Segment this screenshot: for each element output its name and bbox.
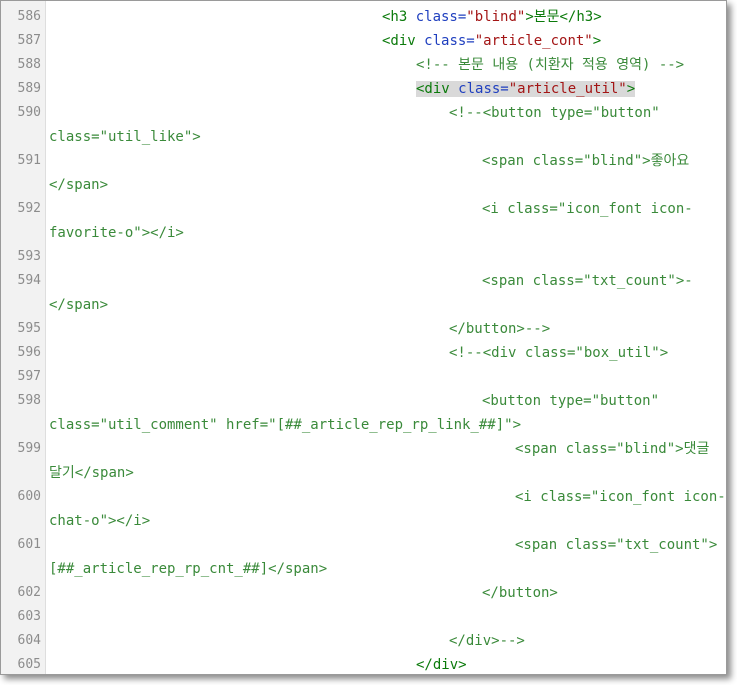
line-number: 593 — [17, 249, 41, 264]
code-line-596: 596 <!--<div class="box_util"> — [1, 341, 726, 365]
code-line-601: 601 <span class="txt_count"> [##_article… — [1, 533, 726, 581]
line-number: 604 — [17, 633, 41, 648]
comment-text: <i class="icon_font icon- — [482, 201, 693, 217]
code-line-604: 604 </div>--> — [1, 629, 726, 653]
code-line-602: 602 </button> — [1, 581, 726, 605]
tag-close: > — [626, 81, 636, 97]
line-number: 597 — [17, 369, 41, 384]
comment-text: <span class="blind">댓글 — [515, 441, 710, 457]
code-line-603: 603 — [1, 605, 726, 629]
line-number: 601 — [17, 537, 41, 552]
code-line-597: 597 — [1, 365, 726, 389]
line-number: 596 — [17, 345, 41, 360]
code-line-600: 600 <i class="icon_font icon- chat-o"></… — [1, 485, 726, 533]
code-line-590: 590 <!--<button type="button" class="uti… — [1, 101, 726, 149]
code-editor[interactable]: 586 <h3 class="blind">본문</h3> 587 <div c… — [0, 0, 727, 675]
tag-open: <h3 — [382, 9, 416, 25]
code-line-598: 598 <button type="button" class="util_co… — [1, 389, 726, 437]
code-line-595: 595 </button>--> — [1, 317, 726, 341]
comment-text: </div>--> — [449, 633, 525, 649]
line-number: 586 — [17, 9, 41, 24]
line-number: 594 — [17, 273, 41, 288]
comment-text-wrap: </span> — [49, 297, 109, 313]
line-number: 587 — [17, 33, 41, 48]
comment-text-wrap: chat-o"></i> — [49, 513, 151, 529]
code-line-594: 594 <span class="txt_count">- </span> — [1, 269, 726, 317]
attr-name: class= — [415, 9, 467, 25]
comment-text: <span class="txt_count"> — [515, 537, 718, 553]
comment-text: <!--<div class="box_util"> — [449, 345, 669, 361]
comment-text-wrap: class="util_comment" href="[##_article_r… — [49, 417, 522, 433]
code-line-586: 586 <h3 class="blind">본문</h3> — [1, 5, 726, 29]
line-number: 605 — [17, 657, 41, 672]
tag-close: </div> — [416, 657, 467, 673]
line-number: 595 — [17, 321, 41, 336]
tag-open: <div — [416, 81, 459, 97]
code-area[interactable]: 586 <h3 class="blind">본문</h3> 587 <div c… — [1, 5, 726, 674]
comment-text: <!-- 본문 내용 (치환자 적용 영역) --> — [416, 57, 685, 73]
attr-name: class= — [424, 33, 475, 49]
comment-text: <span class="txt_count">- — [482, 273, 693, 289]
line-number: 591 — [17, 153, 41, 168]
line-number: 599 — [17, 441, 41, 456]
code-line-589: 589 <div class="article_util"> — [1, 77, 726, 101]
selection-highlight: <div class="article_util"> — [416, 81, 636, 97]
attr-value: "article_cont" — [474, 33, 593, 49]
comment-text-wrap: favorite-o"></i> — [49, 225, 184, 241]
comment-text-wrap: 달기</span> — [49, 465, 134, 481]
comment-text-wrap: [##_article_rep_rp_cnt_##]</span> — [49, 561, 328, 577]
comment-text: </button>--> — [449, 321, 551, 337]
comment-text-wrap: class="util_like"> — [49, 129, 201, 145]
code-line-591: 591 <span class="blind">좋아요 </span> — [1, 149, 726, 197]
code-line-588: 588 <!-- 본문 내용 (치환자 적용 영역) --> — [1, 53, 726, 77]
attr-value: "article_util" — [508, 81, 627, 97]
code-line-587: 587 <div class="article_cont"> — [1, 29, 726, 53]
tag-close: >본문</h3> — [525, 9, 602, 25]
line-number: 590 — [17, 105, 41, 120]
code-line-592: 592 <i class="icon_font icon- favorite-o… — [1, 197, 726, 245]
attr-value: "blind" — [466, 9, 526, 25]
tag-close: > — [592, 33, 602, 49]
comment-text-wrap: </span> — [49, 177, 109, 193]
attr-name: class= — [458, 81, 509, 97]
comment-text: <i class="icon_font icon- — [515, 489, 726, 505]
comment-text: </button> — [482, 585, 558, 601]
comment-text: <button type="button" — [482, 393, 660, 409]
tag-open: <div — [382, 33, 425, 49]
code-line-593: 593 — [1, 245, 726, 269]
code-line-599: 599 <span class="blind">댓글 달기</span> — [1, 437, 726, 485]
comment-text: <!--<button type="button" — [449, 105, 660, 121]
line-number: 598 — [17, 393, 41, 408]
line-number: 602 — [17, 585, 41, 600]
code-line-605: 605 </div> — [1, 653, 726, 674]
line-number: 603 — [17, 609, 41, 624]
line-number: 589 — [17, 81, 41, 96]
line-number: 588 — [17, 57, 41, 72]
comment-text: <span class="blind">좋아요 — [482, 153, 690, 169]
line-number: 592 — [17, 201, 41, 216]
line-number: 600 — [17, 489, 41, 504]
